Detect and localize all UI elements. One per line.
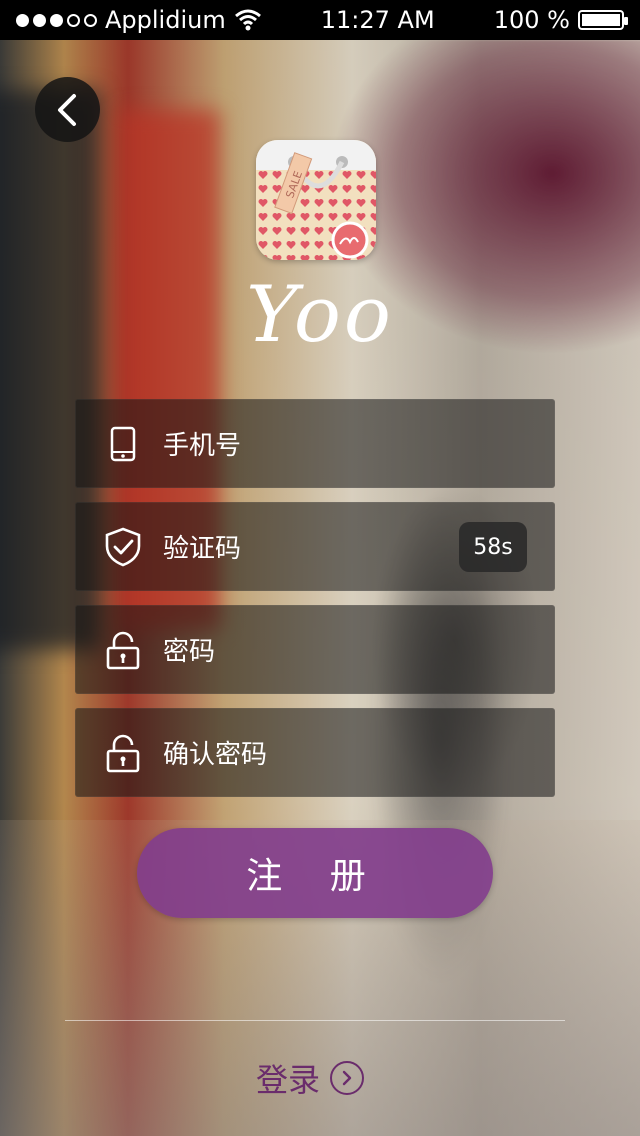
signal-dot — [33, 13, 46, 27]
status-bar: Applidium 11:27 AM 100 % — [0, 0, 640, 40]
phone-field[interactable]: 手机号 — [75, 399, 555, 488]
login-label: 登录 — [256, 1061, 321, 1099]
register-screen: Applidium 11:27 AM 100 % SALE Yoo 手机号 验证… — [0, 0, 640, 1136]
battery-icon — [577, 10, 628, 30]
register-button[interactable]: 注 册 — [137, 828, 493, 918]
lock-icon — [106, 734, 140, 772]
field-icon-wrap — [91, 399, 155, 488]
code-placeholder: 验证码 — [163, 534, 242, 564]
phone-icon — [110, 426, 136, 461]
login-link[interactable]: 登录 — [256, 1055, 365, 1101]
app-icon: SALE — [256, 140, 376, 260]
right-chevron-icon — [330, 1061, 365, 1095]
divider — [65, 1020, 565, 1021]
field-icon-wrap — [91, 708, 155, 797]
confirm-password-field[interactable]: 确认密码 — [75, 708, 555, 797]
battery-percent: 100 % — [493, 6, 570, 34]
logo-text: Yoo — [246, 270, 394, 360]
status-right: 100 % — [493, 6, 628, 34]
signal-dots — [16, 13, 97, 27]
shield-check-icon — [105, 527, 141, 566]
back-chevron-icon — [57, 93, 76, 126]
status-time: 11:27 AM — [320, 6, 435, 34]
wifi-icon — [234, 9, 261, 31]
field-icon-wrap — [91, 605, 155, 694]
status-left: Applidium — [16, 6, 262, 34]
signal-dot — [67, 13, 80, 27]
shopping-bag-icon: SALE — [256, 140, 376, 260]
phone-placeholder: 手机号 — [163, 431, 242, 461]
back-button[interactable] — [35, 77, 100, 142]
signal-dot — [16, 13, 29, 27]
field-icon-wrap — [91, 502, 155, 591]
confirm-password-placeholder: 确认密码 — [163, 740, 268, 770]
signal-dot — [84, 13, 97, 27]
password-field[interactable]: 密码 — [75, 605, 555, 694]
code-timer-button[interactable]: 58s — [459, 522, 527, 572]
verification-code-field[interactable]: 验证码 58s — [75, 502, 555, 591]
lock-icon — [106, 631, 140, 669]
carrier-name: Applidium — [105, 6, 226, 34]
password-placeholder: 密码 — [163, 637, 216, 667]
signal-dot — [50, 13, 63, 27]
